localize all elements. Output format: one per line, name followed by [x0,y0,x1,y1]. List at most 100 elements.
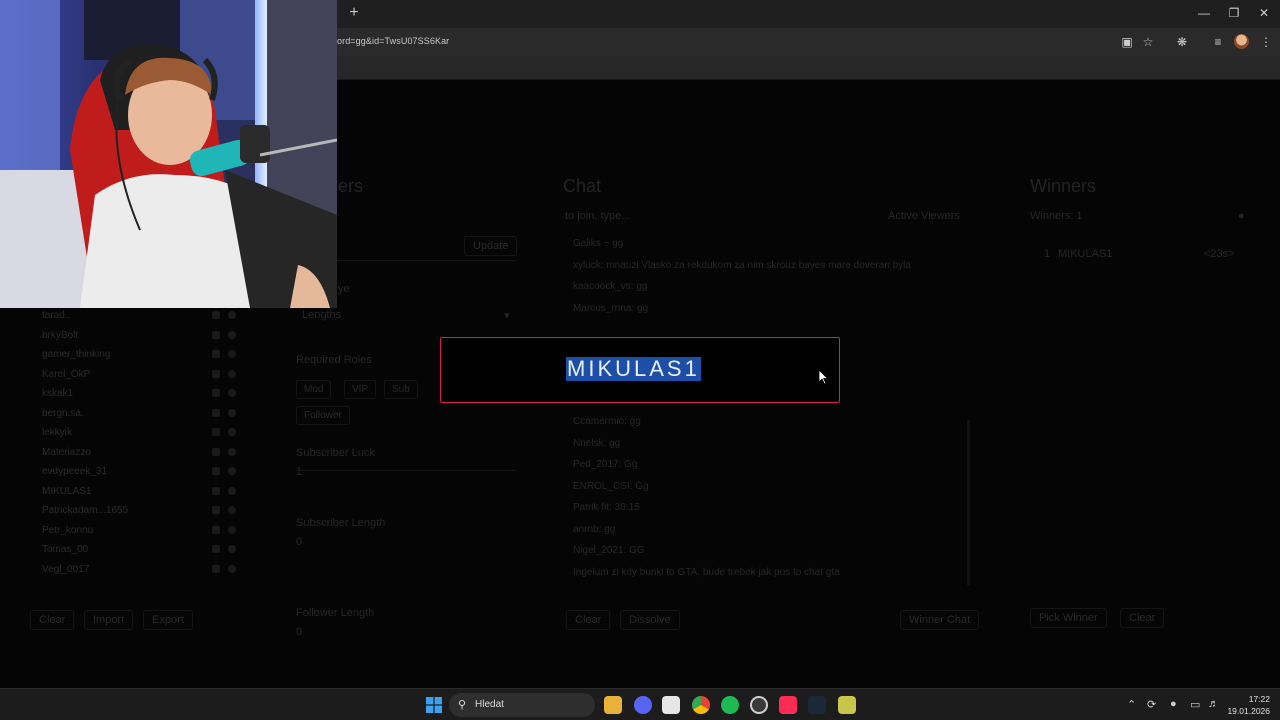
menu-icon[interactable]: ⋮ [1258,34,1274,50]
dissolve-button[interactable]: Dissolve [620,610,680,630]
spotify-icon[interactable] [721,696,739,714]
role-chip[interactable]: Mod [296,380,332,399]
list-item[interactable]: gamer_thinking [42,345,242,365]
ban-icon[interactable] [212,408,220,417]
remove-icon[interactable] [228,486,236,495]
ban-icon[interactable] [212,311,220,319]
ban-icon[interactable] [212,350,220,358]
chat-message: Galiks ~ gg [573,238,624,249]
clear-winners-button[interactable]: Clear [1120,608,1165,628]
list-item[interactable]: Karel_OkP [42,365,242,385]
pick-winner-button[interactable]: Pick Winner [1030,608,1107,628]
follower-length-value[interactable]: 0 [296,626,302,638]
ban-icon[interactable] [212,330,220,339]
winner-chat-button[interactable]: Winner Chat [900,610,980,630]
sync-icon[interactable]: ⟳ [1147,698,1156,711]
clear-chat-button[interactable]: Clear [566,610,611,630]
ban-icon[interactable] [212,525,220,534]
subscriber-length-value[interactable]: 0 [296,536,302,548]
chat-bubble-icon[interactable]: ● [1238,210,1245,222]
winner-rank: 1 [1044,248,1051,260]
system-clock[interactable]: 17:22 19.01.2026 [1227,693,1270,717]
camera-off-icon[interactable]: ▣ [1119,34,1135,50]
ban-icon[interactable] [212,564,220,573]
list-item[interactable]: tarad.. [42,306,242,326]
ban-icon[interactable] [212,486,220,495]
role-chip[interactable]: Sub [384,380,418,399]
file-explorer-icon[interactable] [604,696,622,714]
microphone-icon[interactable]: ● [1170,698,1177,710]
obs-icon[interactable] [750,696,768,714]
new-tab-button[interactable]: + [346,5,362,21]
update-button[interactable]: Update [464,236,518,256]
export-button[interactable]: Export [143,610,193,630]
minimize-icon[interactable]: — [1194,4,1214,22]
snipping-icon[interactable] [662,696,680,714]
tiktok-icon[interactable] [779,696,797,714]
chat-join-input[interactable]: to join, type... [565,210,630,222]
remove-icon[interactable] [228,467,236,475]
dropdown-value[interactable]: Lengths [302,309,341,321]
viewer-name: Vegl_0017 [42,563,90,575]
role-chip[interactable]: VIP [344,380,377,399]
remove-icon[interactable] [228,330,236,339]
remove-icon[interactable] [228,447,236,456]
remove-icon[interactable] [228,408,236,417]
ban-icon[interactable] [212,545,220,553]
remove-icon[interactable] [228,428,236,436]
list-item[interactable]: Materiazzo [42,443,242,463]
remove-icon[interactable] [228,311,236,319]
list-item[interactable]: kskak1 [42,384,242,404]
close-icon[interactable]: ✕ [1254,4,1274,22]
chevron-up-icon[interactable]: ⌃ [1127,698,1136,711]
profile-icon[interactable] [1234,34,1249,49]
viewer-name: Tomas_00 [42,544,89,555]
list-item[interactable]: bergn.sa. [42,404,242,424]
viewer-name: brkyBolt [42,329,79,341]
discord-icon[interactable] [634,696,652,714]
volume-icon[interactable]: ♬ [1208,698,1219,710]
remove-icon[interactable] [228,389,236,397]
list-item[interactable]: Tomas_00 [42,540,242,560]
windows-start-icon[interactable] [426,697,442,713]
url-field[interactable]: ord=gg&id=TwsU07SS6Kar [337,36,449,46]
role-chip[interactable]: Follower [296,406,350,425]
remove-icon[interactable] [228,525,236,534]
star-icon[interactable]: ☆ [1140,34,1156,50]
remove-icon[interactable] [228,545,236,553]
remove-icon[interactable] [228,564,236,573]
active-viewers-label[interactable]: Active Viewers [888,210,960,222]
remove-icon[interactable] [228,506,236,514]
ban-icon[interactable] [212,369,220,378]
remove-icon[interactable] [228,369,236,378]
chrome-icon[interactable] [692,696,710,714]
list-item[interactable]: MIKULAS1 [42,482,242,502]
ban-icon[interactable] [212,447,220,456]
list-item[interactable]: Patrickadam...1655 [42,501,242,521]
monitor-icon[interactable]: ▭ [1190,698,1200,711]
list-item[interactable]: lekkyik [42,423,242,443]
clear-viewers-button[interactable]: Clear [30,610,75,630]
luck-slider[interactable] [296,470,516,471]
remove-icon[interactable] [228,350,236,358]
taskbar-search[interactable]: ⚲ Hledat [449,693,595,717]
chat-scrollbar[interactable] [967,420,970,585]
list-item[interactable]: brkyBolt [42,326,242,346]
restore-icon[interactable]: ❐ [1224,4,1244,22]
winner-name-display[interactable]: MIKULAS1 [566,357,701,381]
subscriber-luck-value[interactable]: 1 [296,466,302,478]
app-icon[interactable] [838,696,856,714]
ban-icon[interactable] [212,506,220,514]
list-item[interactable]: evdypeeek_31 [42,462,242,482]
chevron-down-icon[interactable]: ▾ [504,309,510,322]
extensions-icon[interactable]: ❋ [1174,34,1190,50]
ban-icon[interactable] [212,428,220,436]
steam-icon[interactable] [808,696,826,714]
list-item[interactable]: Vegl_0017 [42,560,242,580]
ban-icon[interactable] [212,467,220,475]
list-item[interactable]: Petr_konnu [42,521,242,541]
winner-time: <23s> [1204,248,1235,260]
ban-icon[interactable] [212,389,220,397]
import-button[interactable]: Import [84,610,134,630]
media-icon[interactable]: ≡ [1210,34,1226,50]
